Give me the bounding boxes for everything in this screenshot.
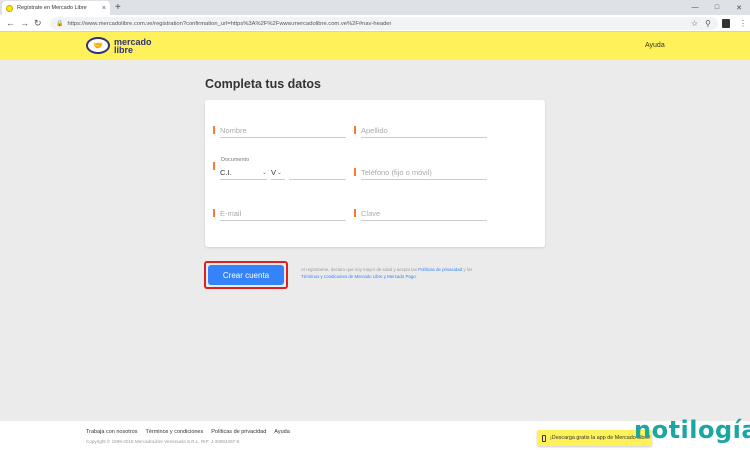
footer-links: Trabaja con nosotros Términos y condicio… <box>86 429 290 435</box>
required-marker <box>213 162 215 170</box>
footer-link-terminos[interactable]: Términos y condiciones <box>145 429 203 435</box>
terms-link[interactable]: Términos y condiciones de Mercado Libre … <box>301 274 416 279</box>
doc-type-select[interactable]: C.I. ⌄ <box>213 162 267 180</box>
footer-link-privacidad[interactable]: Políticas de privacidad <box>211 429 266 435</box>
menu-icon[interactable]: ⋮ <box>739 18 747 29</box>
clave-placeholder: Clave <box>361 209 381 218</box>
privacy-policy-link[interactable]: Políticas de privacidad <box>418 267 462 272</box>
crear-cuenta-button[interactable]: Crear cuenta <box>208 265 284 285</box>
browser-tab[interactable]: Regístrate en Mercado Libre × <box>2 1 110 15</box>
help-link[interactable]: Ayuda <box>645 42 665 49</box>
page-title: Completa tus datos <box>205 77 321 91</box>
reload-icon[interactable]: ↻ <box>34 17 42 30</box>
legal-text-3: . <box>415 273 417 279</box>
site-header: 🤝 mercado libre Ayuda <box>0 32 750 60</box>
doc-prefix-value: V <box>271 168 277 177</box>
lock-icon: 🔒 <box>56 21 64 27</box>
phone-icon <box>542 434 546 442</box>
tab-title: Regístrate en Mercado Libre <box>17 5 87 11</box>
documento-label: Documento <box>221 157 250 163</box>
chevron-down-icon: ⌄ <box>261 170 267 176</box>
star-icon[interactable]: ☆ <box>691 18 698 29</box>
required-marker <box>354 209 356 217</box>
nombre-field[interactable]: Nombre <box>213 124 346 138</box>
logo-line-2: libre <box>114 44 134 55</box>
forward-icon[interactable]: → <box>20 17 29 30</box>
registration-form: Nombre Apellido Documento C.I. ⌄ V ⌄ Tel… <box>205 100 545 247</box>
copyright: Copyright © 1999-2018 MercadoLibre Venez… <box>86 439 241 444</box>
watermark-logo: notilogía <box>634 416 750 444</box>
doc-type-value: C.I. <box>220 168 232 177</box>
browser-tab-bar: Regístrate en Mercado Libre × + — □ ✕ <box>0 0 750 15</box>
maximize-icon[interactable]: □ <box>706 0 728 15</box>
required-marker <box>354 168 356 176</box>
minimize-icon[interactable]: — <box>684 0 706 15</box>
new-tab-button[interactable]: + <box>115 0 121 15</box>
nombre-placeholder: Nombre <box>220 126 247 135</box>
submit-highlight: Crear cuenta <box>204 261 288 289</box>
legal-text-1: Al registrarme, declaro que soy mayor de… <box>301 267 419 272</box>
email-field[interactable]: E-mail <box>213 207 346 221</box>
footer-link-ayuda[interactable]: Ayuda <box>274 429 290 435</box>
required-marker <box>213 209 215 217</box>
telefono-placeholder: Teléfono (fijo o móvil) <box>361 168 432 177</box>
telefono-field[interactable]: Teléfono (fijo o móvil) <box>354 166 487 180</box>
zoom-icon[interactable]: ⚲ <box>705 18 711 29</box>
email-placeholder: E-mail <box>220 209 242 218</box>
doc-number-field[interactable] <box>289 166 346 180</box>
tab-close-icon[interactable]: × <box>102 5 106 12</box>
legal-text-2: y los <box>462 267 473 272</box>
apellido-placeholder: Apellido <box>361 126 388 135</box>
url-text: https://www.mercadolibre.com.ve/registra… <box>67 20 392 27</box>
logo-text: mercado libre <box>114 37 152 55</box>
mercadolibre-logo[interactable]: 🤝 mercado libre <box>86 37 152 55</box>
footer-link-trabaja[interactable]: Trabaja con nosotros <box>86 429 137 435</box>
legal-notice: Al registrarme, declaro que soy mayor de… <box>301 267 476 280</box>
handshake-icon: 🤝 <box>86 37 110 54</box>
apellido-field[interactable]: Apellido <box>354 124 487 138</box>
required-marker <box>213 126 215 134</box>
mercadolibre-favicon-icon <box>6 4 13 12</box>
back-icon[interactable]: ← <box>6 17 15 30</box>
required-marker <box>354 126 356 134</box>
clave-field[interactable]: Clave <box>354 207 487 221</box>
close-window-icon[interactable]: ✕ <box>728 0 750 15</box>
chevron-down-icon: ⌄ <box>277 170 283 176</box>
profile-icon[interactable] <box>722 19 730 28</box>
browser-toolbar: ← → ↻ 🔒 https://www.mercadolibre.com.ve/… <box>0 15 750 32</box>
doc-prefix-select[interactable]: V ⌄ <box>271 166 285 180</box>
address-bar[interactable]: 🔒 https://www.mercadolibre.com.ve/regist… <box>50 17 718 30</box>
